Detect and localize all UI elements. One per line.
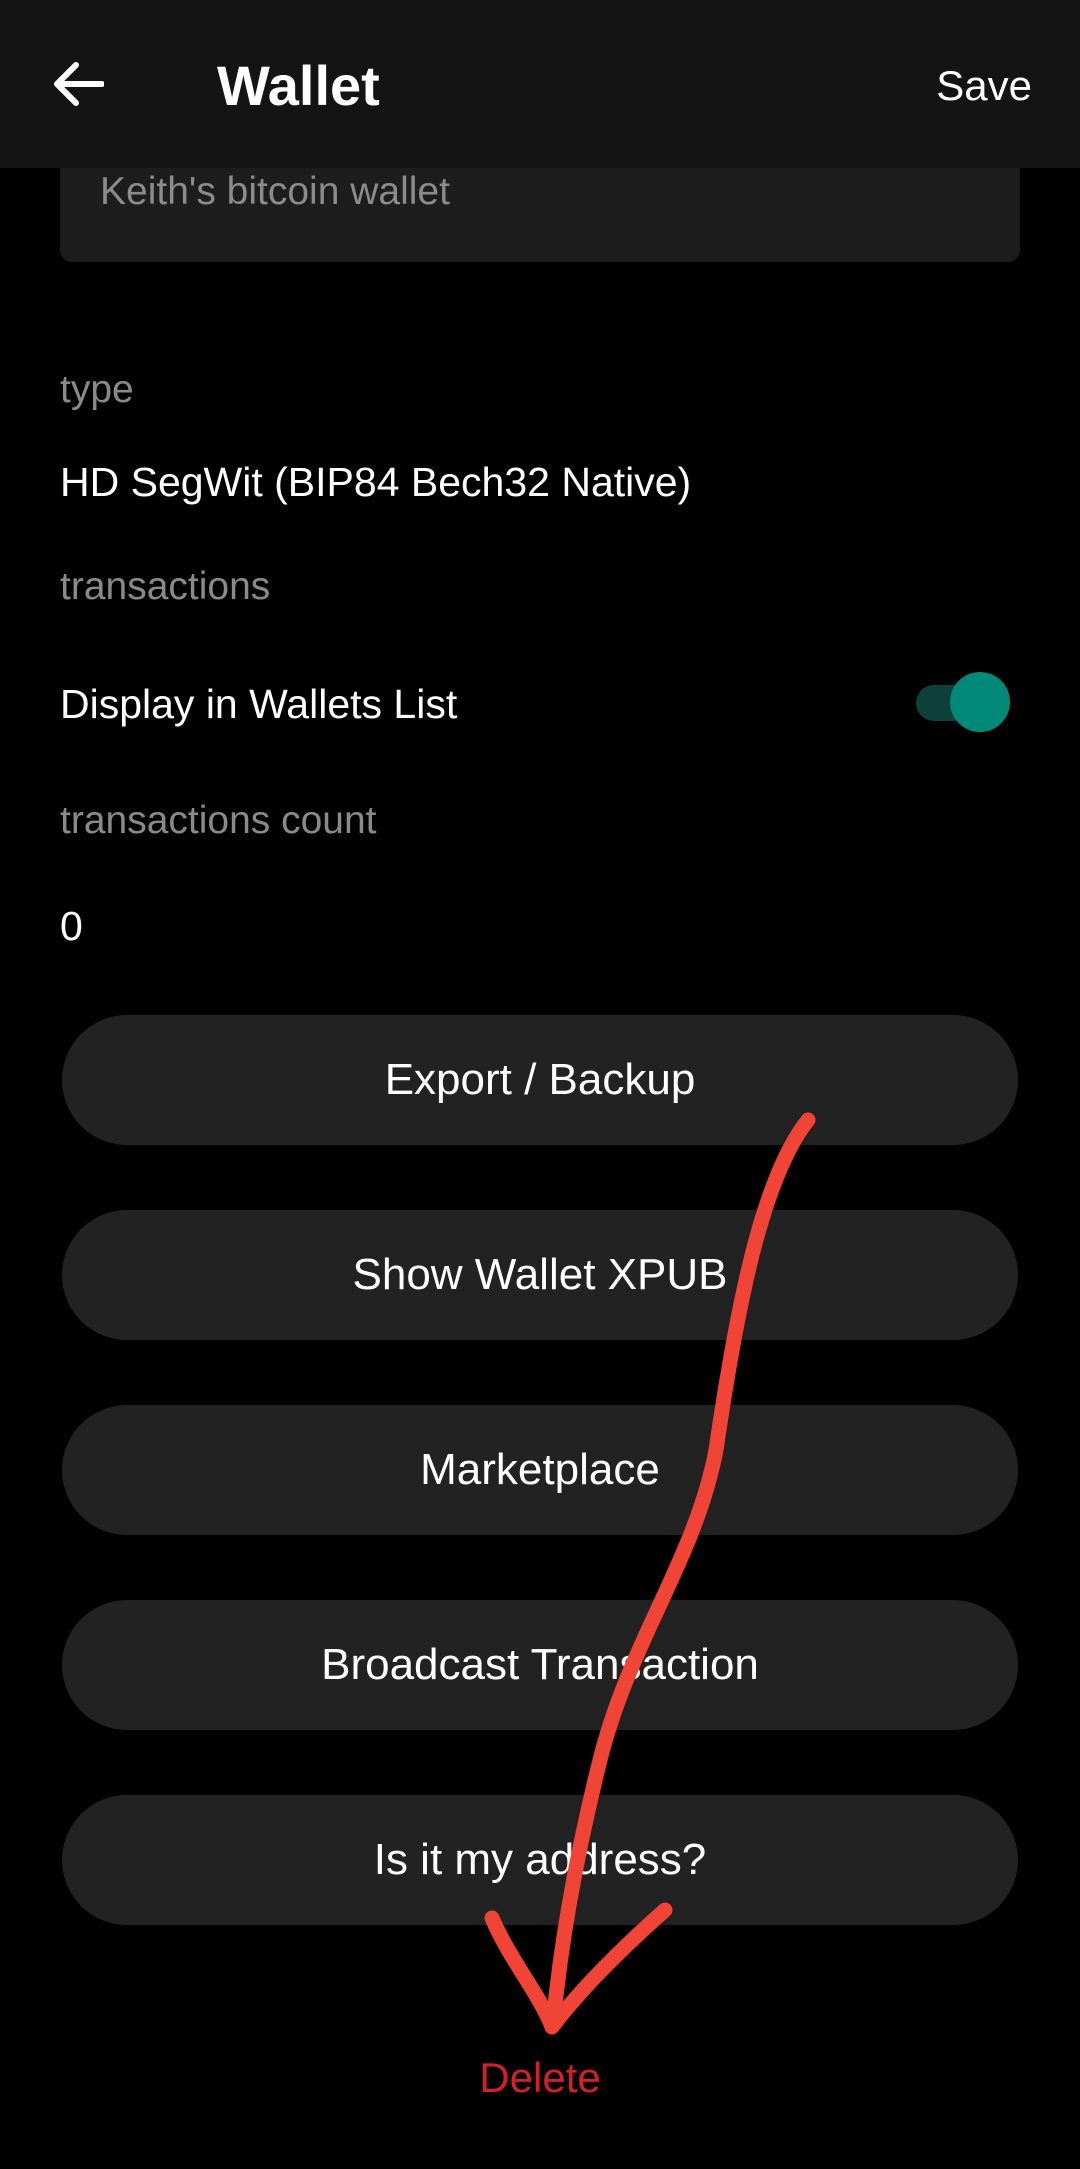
display-in-list-label: Display in Wallets List	[60, 681, 458, 727]
broadcast-transaction-button[interactable]: Broadcast Transaction	[62, 1600, 1018, 1730]
delete-button[interactable]: Delete	[0, 2052, 1080, 2104]
transactions-label: transactions	[60, 565, 271, 608]
show-wallet-xpub-button[interactable]: Show Wallet XPUB	[62, 1210, 1018, 1340]
app-header: Wallet Save	[0, 0, 1080, 168]
export-backup-button[interactable]: Export / Backup	[62, 1015, 1018, 1145]
arrow-left-icon	[54, 62, 104, 106]
is-it-my-address-button[interactable]: Is it my address?	[62, 1795, 1018, 1925]
arrow-head	[484, 1902, 673, 2035]
transactions-count-value: 0	[60, 903, 83, 949]
back-button[interactable]	[40, 44, 116, 124]
marketplace-button[interactable]: Marketplace	[62, 1405, 1018, 1535]
page-title: Wallet	[217, 54, 380, 117]
transactions-count-label: transactions count	[60, 799, 377, 842]
save-button[interactable]: Save	[936, 60, 1032, 112]
type-value: HD SegWit (BIP84 Bech32 Native)	[60, 459, 692, 505]
toggle-knob	[950, 672, 1010, 732]
display-in-list-toggle[interactable]	[912, 672, 1012, 732]
type-label: type	[60, 368, 134, 411]
